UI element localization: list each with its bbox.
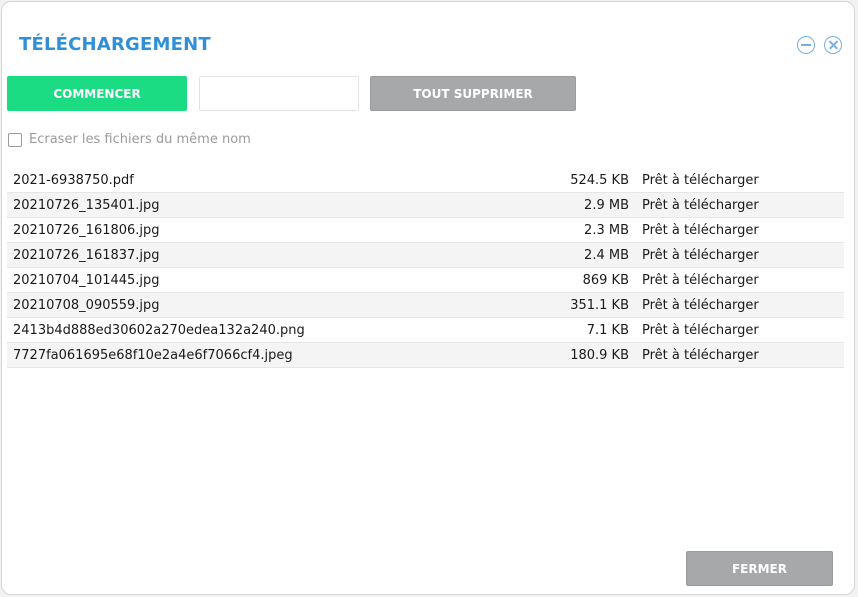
- upload-dialog: TÉLÉCHARGEMENT COMMENCER TOUT SUPPRIMER …: [1, 1, 855, 595]
- overwrite-checkbox[interactable]: [8, 132, 22, 147]
- table-row[interactable]: 2021-6938750.pdf 524.5 KB Prêt à télécha…: [7, 168, 844, 193]
- file-name: 20210726_161806.jpg: [13, 222, 160, 238]
- start-button[interactable]: COMMENCER: [7, 76, 187, 111]
- file-size: 2.9 MB: [584, 197, 629, 213]
- table-row[interactable]: 20210726_135401.jpg 2.9 MB Prêt à téléch…: [7, 193, 844, 218]
- file-status: Prêt à télécharger: [642, 197, 759, 213]
- file-size: 7.1 KB: [586, 322, 629, 338]
- file-name: 2021-6938750.pdf: [13, 172, 134, 188]
- file-status: Prêt à télécharger: [642, 297, 759, 313]
- clear-all-button[interactable]: TOUT SUPPRIMER: [370, 76, 576, 111]
- file-status: Prêt à télécharger: [642, 247, 759, 263]
- table-row[interactable]: 7727fa061695e68f10e2a4e6f7066cf4.jpeg 18…: [7, 343, 844, 368]
- table-row[interactable]: 20210704_101445.jpg 869 KB Prêt à téléch…: [7, 268, 844, 293]
- file-status: Prêt à télécharger: [642, 347, 759, 363]
- file-name: 2413b4d888ed30602a270edea132a240.png: [13, 322, 305, 338]
- table-row[interactable]: 20210708_090559.jpg 351.1 KB Prêt à télé…: [7, 293, 844, 318]
- file-status: Prêt à télécharger: [642, 222, 759, 238]
- file-size: 869 KB: [582, 272, 629, 288]
- overwrite-option[interactable]: Ecraser les fichiers du même nom: [8, 132, 251, 147]
- file-name: 20210726_161837.jpg: [13, 247, 160, 263]
- file-name: 20210726_135401.jpg: [13, 197, 160, 213]
- file-list: 2021-6938750.pdf 524.5 KB Prêt à télécha…: [7, 168, 844, 368]
- table-row[interactable]: 20210726_161806.jpg 2.3 MB Prêt à téléch…: [7, 218, 844, 243]
- close-button[interactable]: FERMER: [686, 551, 833, 586]
- blank-button[interactable]: [199, 76, 359, 111]
- minimize-icon[interactable]: [797, 36, 815, 54]
- file-status: Prêt à télécharger: [642, 272, 759, 288]
- file-status: Prêt à télécharger: [642, 172, 759, 188]
- file-name: 20210704_101445.jpg: [13, 272, 160, 288]
- file-size: 2.4 MB: [584, 247, 629, 263]
- file-name: 20210708_090559.jpg: [13, 297, 160, 313]
- table-row[interactable]: 2413b4d888ed30602a270edea132a240.png 7.1…: [7, 318, 844, 343]
- table-row[interactable]: 20210726_161837.jpg 2.4 MB Prêt à téléch…: [7, 243, 844, 268]
- file-size: 180.9 KB: [570, 347, 629, 363]
- file-size: 2.3 MB: [584, 222, 629, 238]
- file-size: 351.1 KB: [570, 297, 629, 313]
- close-icon[interactable]: [824, 36, 842, 54]
- file-size: 524.5 KB: [570, 172, 629, 188]
- overwrite-label: Ecraser les fichiers du même nom: [29, 132, 251, 147]
- dialog-title: TÉLÉCHARGEMENT: [19, 34, 211, 55]
- file-name: 7727fa061695e68f10e2a4e6f7066cf4.jpeg: [13, 347, 293, 363]
- file-status: Prêt à télécharger: [642, 322, 759, 338]
